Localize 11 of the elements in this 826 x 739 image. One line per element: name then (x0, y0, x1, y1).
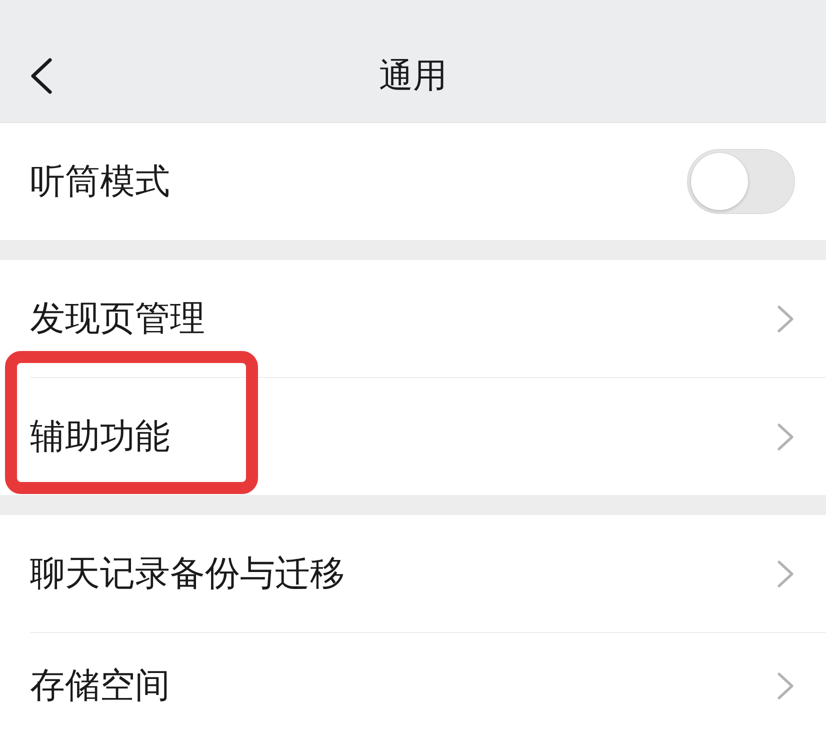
chevron-right-icon (776, 422, 795, 450)
setting-label: 听筒模式 (30, 160, 170, 202)
page-title: 通用 (379, 56, 447, 96)
chevron-right-icon (776, 672, 795, 700)
menu-item[interactable]: 聊天记录备份与迁移 (0, 515, 826, 632)
chevron-right-icon (776, 560, 795, 588)
menu-item[interactable]: 存储空间 (0, 633, 826, 738)
menu-item[interactable]: 辅助功能 (0, 378, 826, 495)
chevron-right-icon (776, 304, 795, 332)
menu-item[interactable]: 发现页管理 (0, 260, 826, 377)
back-icon[interactable] (30, 58, 53, 94)
